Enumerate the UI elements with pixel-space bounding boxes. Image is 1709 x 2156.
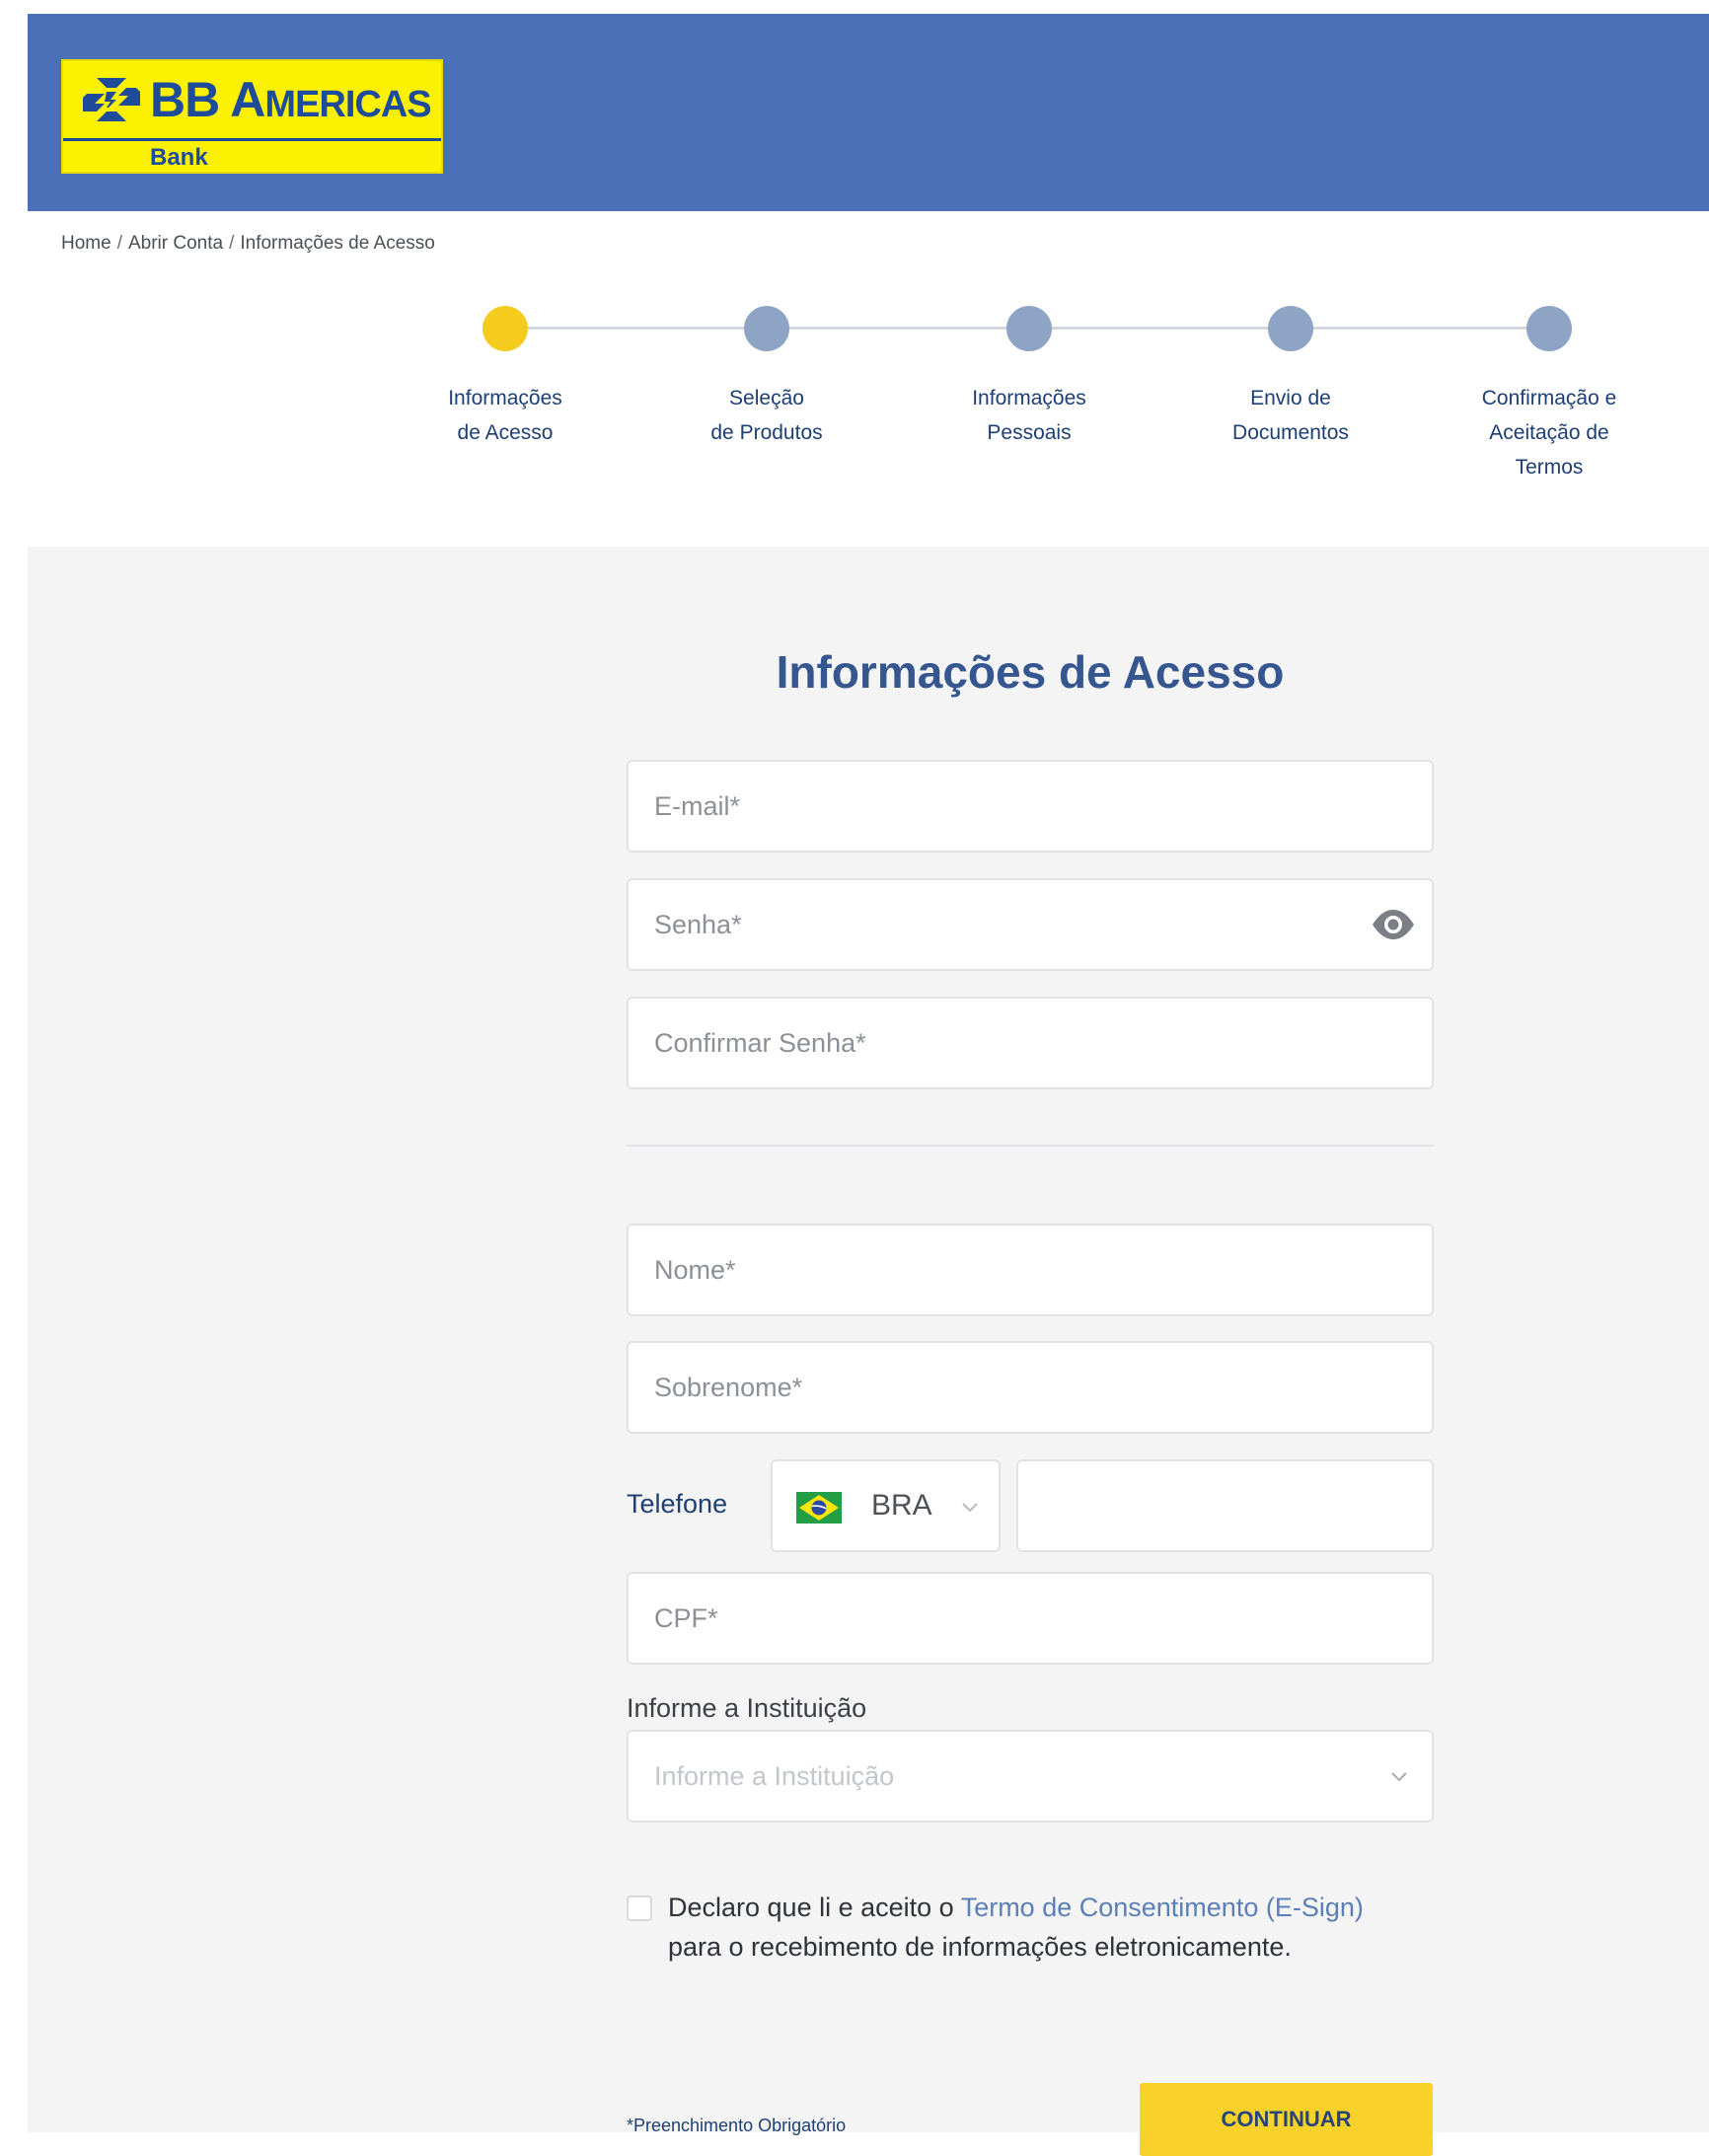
- page-title: Informações de Acesso: [776, 646, 1285, 698]
- breadcrumb-current: Informações de Acesso: [240, 233, 435, 254]
- chevron-down-icon: [1391, 1772, 1407, 1782]
- country-code: BRA: [871, 1489, 932, 1522]
- site-header: BB AMERICAS Bank: [28, 14, 1709, 211]
- breadcrumb-home[interactable]: Home: [61, 233, 111, 254]
- form-area: Informações de Acesso E-mail* Senha* Con…: [28, 547, 1709, 2156]
- consent-text: Declaro que li e aceito o Termo de Conse…: [668, 1893, 1364, 1962]
- step-label-2: Seleção de Produtos: [710, 387, 823, 444]
- first-name-placeholder: Nome*: [654, 1255, 736, 1285]
- eye-icon[interactable]: [1371, 908, 1416, 941]
- bb-americas-logo[interactable]: BB AMERICAS Bank: [61, 59, 443, 174]
- phone-number-input[interactable]: [1016, 1459, 1434, 1552]
- step-dot-3: [1006, 306, 1052, 351]
- institution-label: Informe a Instituição: [627, 1693, 867, 1723]
- last-name-field[interactable]: Sobrenome*: [627, 1341, 1434, 1434]
- password-field[interactable]: Senha*: [627, 878, 1434, 971]
- logo-rule: [63, 138, 441, 141]
- bb-logo-icon: [83, 78, 140, 121]
- breadcrumb-separator: /: [229, 233, 235, 254]
- confirm-password-placeholder: Confirmar Senha*: [654, 1028, 866, 1058]
- institution-select[interactable]: Informe a Instituição: [627, 1730, 1434, 1822]
- breadcrumb-abrir-conta[interactable]: Abrir Conta: [128, 233, 223, 254]
- email-placeholder: E-mail*: [654, 791, 741, 821]
- breadcrumb: Home / Abrir Conta / Informações de Acesso: [61, 233, 435, 255]
- cpf-field[interactable]: CPF*: [627, 1572, 1434, 1665]
- phone-label: Telefone: [627, 1489, 728, 1519]
- logo-name: BB AMERICAS: [150, 72, 432, 127]
- window-edge: [0, 0, 28, 2132]
- esign-terms-link[interactable]: Termo de Consentimento (E-Sign): [961, 1893, 1364, 1922]
- required-note: *Preenchimento Obrigatório: [627, 2116, 847, 2135]
- progress-stepper: Informações de Acesso Seleção de Produtos …: [28, 300, 1709, 497]
- country-code-select[interactable]: BRA: [771, 1459, 1001, 1552]
- continue-button[interactable]: CONTINUAR: [1140, 2083, 1433, 2156]
- last-name-placeholder: Sobrenome*: [654, 1373, 803, 1402]
- step-dot-5: [1526, 306, 1572, 351]
- consent-checkbox[interactable]: [627, 1896, 652, 1921]
- step-dot-1: [483, 306, 528, 351]
- step-label-3: Informações Pessoais: [972, 387, 1086, 444]
- logo-subtitle: Bank: [150, 144, 208, 171]
- first-name-field[interactable]: Nome*: [627, 1224, 1434, 1316]
- chevron-down-icon: [962, 1503, 978, 1513]
- cpf-placeholder: CPF*: [654, 1603, 718, 1633]
- section-divider: [627, 1145, 1434, 1147]
- email-field[interactable]: E-mail*: [627, 760, 1434, 853]
- step-label-5: Confirmação e Aceitação de Termos: [1481, 387, 1617, 479]
- brazil-flag-icon: [796, 1492, 842, 1524]
- confirm-password-field[interactable]: Confirmar Senha*: [627, 997, 1434, 1089]
- step-dot-2: [744, 306, 789, 351]
- step-label-1: Informações de Acesso: [448, 387, 562, 444]
- breadcrumb-separator: /: [116, 233, 122, 254]
- page: BB AMERICAS Bank Home / Abrir Conta / Inform…: [28, 14, 1709, 2156]
- logo-wordmark: BB AMERICAS: [63, 61, 441, 138]
- step-label-4: Envio de Documentos: [1232, 387, 1349, 444]
- step-dot-4: [1268, 306, 1313, 351]
- institution-placeholder: Informe a Instituição: [654, 1761, 895, 1791]
- password-placeholder: Senha*: [654, 910, 742, 939]
